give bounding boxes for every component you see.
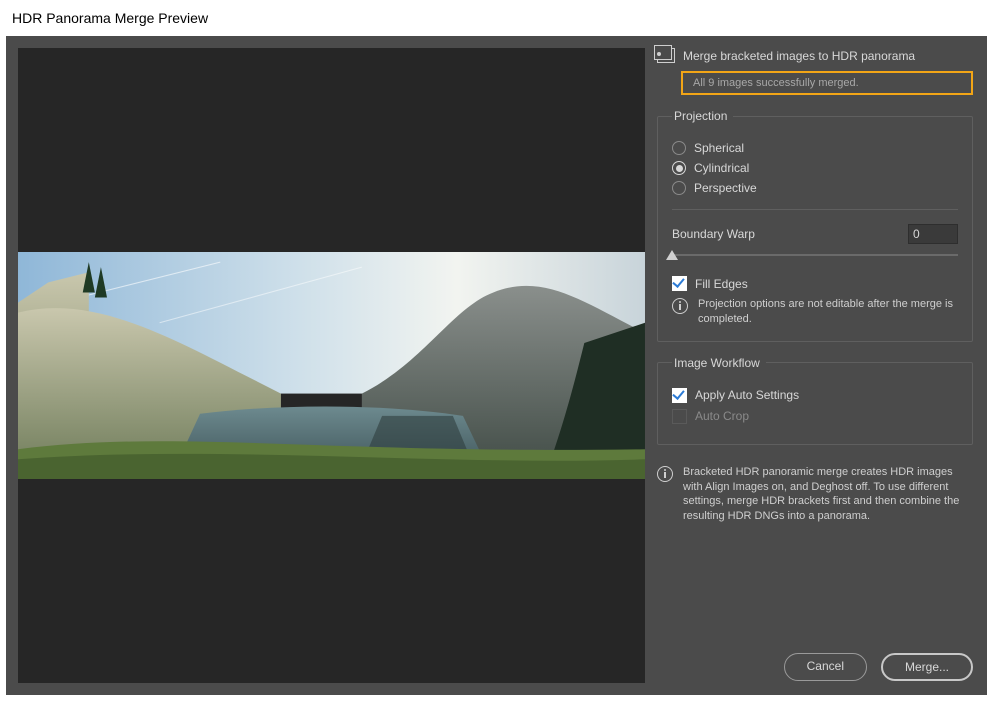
merge-status: All 9 images successfully merged. <box>681 71 973 95</box>
dialog-buttons: Cancel Merge... <box>657 647 973 683</box>
divider <box>672 209 958 210</box>
preview-frame <box>18 48 645 683</box>
info-icon <box>657 466 673 482</box>
cancel-button[interactable]: Cancel <box>784 653 867 681</box>
boundary-warp-input[interactable] <box>908 224 958 244</box>
merge-header-title: Merge bracketed images to HDR panorama <box>683 49 915 63</box>
window-title: HDR Panorama Merge Preview <box>0 0 993 36</box>
projection-legend: Projection <box>672 109 733 123</box>
radio-cylindrical[interactable]: Cylindrical <box>672 161 958 175</box>
checkbox-label: Auto Crop <box>695 409 749 423</box>
checkbox-icon <box>672 388 687 403</box>
projection-note: Projection options are not editable afte… <box>698 297 958 327</box>
workflow-group: Image Workflow Apply Auto Settings Auto … <box>657 356 973 445</box>
side-panel: Merge bracketed images to HDR panorama A… <box>653 36 987 695</box>
footer-note: Bracketed HDR panoramic merge creates HD… <box>683 465 973 524</box>
merge-button[interactable]: Merge... <box>881 653 973 681</box>
radio-label: Spherical <box>694 141 744 155</box>
checkbox-label: Apply Auto Settings <box>695 388 799 402</box>
panorama-preview-image <box>18 252 645 480</box>
radio-icon <box>672 161 686 175</box>
info-icon <box>672 298 688 314</box>
radio-icon <box>672 141 686 155</box>
radio-label: Cylindrical <box>694 161 749 175</box>
preview-column <box>6 36 653 695</box>
checkbox-icon <box>672 276 687 291</box>
auto-settings-checkbox[interactable]: Apply Auto Settings <box>672 388 958 403</box>
checkbox-icon <box>672 409 687 424</box>
fill-edges-checkbox[interactable]: Fill Edges <box>672 276 958 291</box>
radio-icon <box>672 181 686 195</box>
auto-crop-checkbox: Auto Crop <box>672 409 958 424</box>
workflow-legend: Image Workflow <box>672 356 766 370</box>
projection-group: Projection Spherical Cylindrical Perspec… <box>657 109 973 342</box>
radio-spherical[interactable]: Spherical <box>672 141 958 155</box>
boundary-warp-label: Boundary Warp <box>672 227 755 241</box>
radio-label: Perspective <box>694 181 757 195</box>
slider-track <box>672 254 958 256</box>
dialog-body: Merge bracketed images to HDR panorama A… <box>6 36 987 695</box>
boundary-warp-slider[interactable] <box>672 248 958 262</box>
slider-thumb[interactable] <box>666 250 678 260</box>
checkbox-label: Fill Edges <box>695 277 748 291</box>
radio-perspective[interactable]: Perspective <box>672 181 958 195</box>
image-stack-icon <box>657 48 675 63</box>
